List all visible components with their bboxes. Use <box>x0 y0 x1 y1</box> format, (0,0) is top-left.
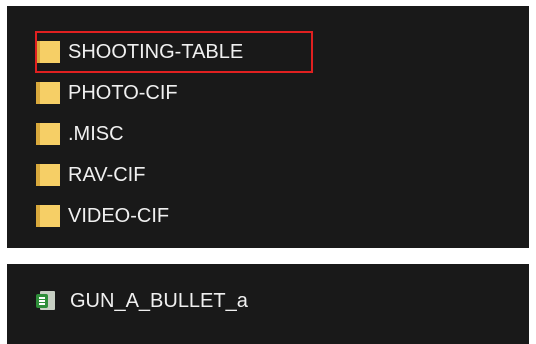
folder-label: RAV-CIF <box>68 164 146 186</box>
file-label: GUN_A_BULLET_a <box>70 290 248 312</box>
folder-icon <box>36 82 60 104</box>
folder-icon <box>36 205 60 227</box>
folder-item-misc[interactable]: .MISC <box>36 116 124 152</box>
folder-label: PHOTO-CIF <box>68 82 178 104</box>
folder-item-rav-cif[interactable]: RAV-CIF <box>36 157 145 193</box>
selection-highlight <box>35 31 313 73</box>
folder-label: VIDEO-CIF <box>68 205 170 227</box>
spreadsheet-file-icon <box>36 290 56 312</box>
folder-icon <box>36 123 60 145</box>
file-item-gun-a-bullet-a[interactable]: GUN_A_BULLET_a <box>36 286 248 316</box>
folder-label: .MISC <box>68 123 124 145</box>
folder-item-video-cif[interactable]: VIDEO-CIF <box>36 198 169 234</box>
folder-item-photo-cif[interactable]: PHOTO-CIF <box>36 75 178 111</box>
folder-icon <box>36 164 60 186</box>
